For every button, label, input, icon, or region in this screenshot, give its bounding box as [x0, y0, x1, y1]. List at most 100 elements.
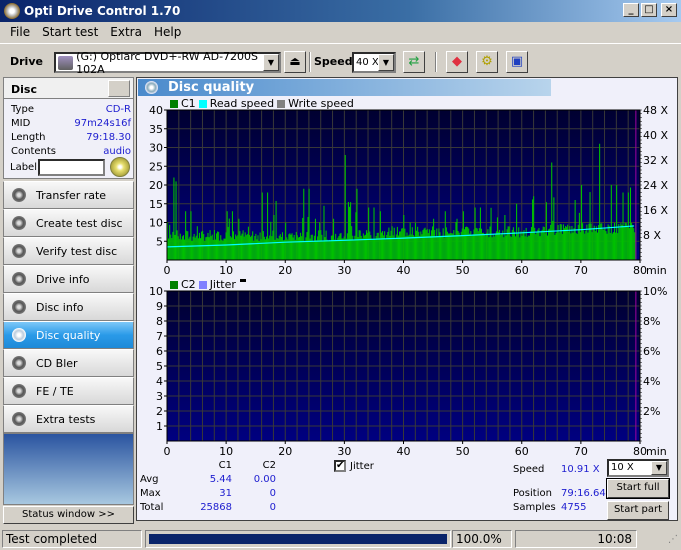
- c1-bar: [407, 235, 409, 260]
- disc-field-type: Type CD-R: [11, 104, 131, 117]
- menu-start-test[interactable]: Start test: [36, 25, 104, 39]
- c1-bar: [245, 235, 247, 260]
- c1-bar: [234, 239, 236, 260]
- c1-bar: [572, 232, 574, 260]
- save-button[interactable]: ▣: [506, 51, 528, 73]
- c1-bar: [419, 235, 421, 260]
- nav-drive-info[interactable]: Drive info: [3, 265, 134, 293]
- c1-bar: [599, 143, 601, 260]
- c1-bar: [232, 231, 235, 260]
- nav-disc-quality[interactable]: Disc quality: [3, 321, 134, 349]
- c1-bar: [311, 234, 313, 260]
- start-part-button[interactable]: Start part: [607, 501, 669, 520]
- c1-bar: [420, 231, 422, 260]
- nav-background: [3, 433, 134, 505]
- c1-bar: [290, 234, 292, 260]
- test-speed-select[interactable]: 10 X ▼: [607, 459, 669, 477]
- c1-bar: [560, 224, 562, 260]
- speed-select[interactable]: 40 X ▼: [352, 52, 396, 73]
- c1-bar: [405, 236, 407, 260]
- chevron-down-icon[interactable]: ▼: [263, 54, 279, 71]
- c1-bar: [441, 235, 443, 260]
- c1-bar: [333, 218, 335, 260]
- label-input[interactable]: [38, 159, 105, 176]
- x-tick-label: 40: [397, 445, 411, 458]
- c1-bar: [587, 232, 589, 260]
- c1-bar: [400, 231, 402, 260]
- nav-extra-tests[interactable]: Extra tests: [3, 405, 134, 433]
- eject-button[interactable]: ⏏: [284, 51, 306, 73]
- panel-title: Disc quality: [168, 80, 255, 95]
- c1-chart: 0 10 20 30 40 50 60 70 80 min 5 10 15 20 25 30 35 40 8 X 16…: [149, 106, 668, 277]
- cd-bler-icon: [12, 356, 26, 370]
- c1-bar: [604, 228, 606, 260]
- c1-bar: [353, 240, 355, 260]
- c1-bar: [229, 236, 231, 260]
- c1-bar: [483, 232, 485, 260]
- y-tick-label: 7: [156, 330, 163, 343]
- c1-bar: [629, 187, 632, 260]
- nav-disc-info[interactable]: Disc info: [3, 293, 134, 321]
- nav-verify-test-disc[interactable]: Verify test disc: [3, 237, 134, 265]
- stats-header-c1: C1: [218, 460, 232, 471]
- c1-bar: [608, 225, 610, 260]
- checkmark-icon: ✔: [336, 460, 345, 471]
- c1-bar: [320, 230, 322, 260]
- nav-create-test-disc[interactable]: Create test disc: [3, 209, 134, 237]
- c1-bar: [450, 233, 452, 260]
- c1-bar: [489, 226, 491, 260]
- close-button[interactable]: ×: [661, 3, 677, 17]
- c1-bar: [294, 239, 296, 260]
- erase-button[interactable]: ◆: [446, 51, 468, 73]
- c1-bar: [180, 239, 182, 260]
- resize-grip-icon[interactable]: ⋰: [668, 534, 678, 545]
- maximize-button[interactable]: □: [641, 3, 657, 17]
- c1-bar: [422, 230, 424, 260]
- refresh-button[interactable]: ⇄: [403, 51, 425, 73]
- disc-label-icon[interactable]: [110, 157, 130, 177]
- settings-button[interactable]: ⚙: [476, 51, 498, 73]
- c1-bar: [330, 235, 332, 260]
- disc-quality-icon: [12, 328, 26, 342]
- c1-bar: [178, 239, 180, 260]
- start-full-button[interactable]: Start full: [606, 478, 670, 499]
- y-tick-label: 10: [149, 286, 163, 298]
- c1-bar: [192, 236, 194, 260]
- menu-help[interactable]: Help: [148, 25, 187, 39]
- settings-icon: ⚙: [481, 54, 493, 69]
- c1-bar: [244, 232, 246, 260]
- c1-bar: [181, 236, 183, 260]
- c1-bar: [307, 216, 309, 260]
- c1-bar: [175, 181, 177, 260]
- status-window-button[interactable]: Status window >>: [3, 506, 134, 524]
- minimize-button[interactable]: _: [623, 3, 639, 17]
- c1-bar: [626, 225, 628, 260]
- jitter-checkbox[interactable]: ✔: [334, 460, 346, 472]
- drive-select[interactable]: (G:) Optiarc DVD+-RW AD-7200S 102A ▼: [54, 49, 281, 76]
- c1-bar: [255, 233, 257, 260]
- menu-file[interactable]: File: [4, 25, 36, 39]
- status-bar: Test completed 100.0% 10:08 ⋰: [0, 528, 681, 550]
- drive-value: (G:) Optiarc DVD+-RW AD-7200S 102A: [76, 49, 259, 76]
- x-tick-label: 60: [515, 445, 529, 458]
- disc-header-button[interactable]: [108, 80, 130, 97]
- c1-bar: [480, 228, 483, 260]
- c1-bar: [526, 236, 528, 260]
- x-tick-label: 80: [633, 264, 647, 277]
- chevron-down-icon[interactable]: ▼: [378, 54, 394, 71]
- x-tick-label: 20: [278, 445, 292, 458]
- nav-cd-bler[interactable]: CD Bler: [3, 349, 134, 377]
- nav-transfer-rate[interactable]: Transfer rate: [3, 181, 134, 209]
- disc-header: Disc: [3, 77, 134, 99]
- progress-fill: [149, 534, 447, 544]
- x-axis-unit: min: [646, 264, 667, 277]
- chevron-down-icon[interactable]: ▼: [651, 461, 667, 475]
- c1-bar: [327, 241, 329, 260]
- c1-bar: [592, 227, 594, 260]
- c1-bar: [288, 234, 290, 260]
- y2-tick-label: 48 X: [643, 106, 668, 117]
- c1-bar: [373, 207, 375, 260]
- menu-extra[interactable]: Extra: [104, 25, 148, 39]
- c1-bar: [358, 230, 360, 260]
- nav-fe-te[interactable]: FE / TE: [3, 377, 134, 405]
